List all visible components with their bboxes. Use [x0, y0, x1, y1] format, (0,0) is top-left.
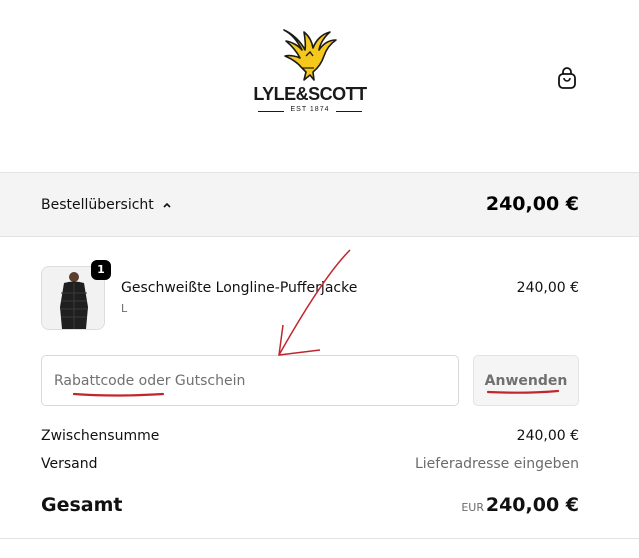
product-name: Geschweißte Longline-Pufferjacke: [121, 280, 358, 296]
checkout-header: LYLE&SCOTT EST 1874: [0, 0, 639, 172]
total-currency: EUR: [461, 501, 484, 514]
total-row: Gesamt EUR 240,00 €: [41, 494, 579, 520]
brand-logo[interactable]: LYLE&SCOTT EST 1874: [252, 28, 368, 118]
shipping-row: Versand Lieferadresse eingeben: [41, 456, 579, 476]
product-price: 240,00 €: [516, 280, 579, 296]
eagle-logo-icon: [283, 29, 337, 81]
subtotal-value: 240,00 €: [516, 428, 579, 444]
cart-line-item: 1 Geschweißte Longline-Pufferjacke L 240…: [41, 260, 579, 330]
brand-tagline-row: EST 1874: [258, 106, 362, 116]
order-summary-bar: Bestellübersicht 240,00 €: [0, 172, 639, 237]
order-summary-label: Bestellübersicht: [41, 197, 154, 213]
quantity-badge: 1: [91, 260, 111, 280]
order-summary-total: 240,00 €: [485, 193, 579, 215]
divider: [0, 538, 639, 539]
shipping-label: Versand: [41, 456, 98, 472]
shopping-bag-icon[interactable]: [555, 66, 579, 90]
total-label: Gesamt: [41, 494, 123, 516]
discount-code-input[interactable]: [41, 355, 459, 406]
chevron-up-icon: [163, 202, 171, 208]
subtotal-label: Zwischensumme: [41, 428, 160, 444]
apply-discount-button[interactable]: Anwenden: [473, 355, 579, 406]
tagline-rule-right: [336, 111, 362, 112]
shipping-value: Lieferadresse eingeben: [414, 456, 579, 472]
total-value: 240,00 €: [485, 494, 579, 516]
product-variant: L: [121, 302, 128, 315]
brand-wordmark: LYLE&SCOTT: [253, 84, 367, 104]
order-summary-toggle[interactable]: Bestellübersicht: [41, 195, 172, 215]
subtotal-row: Zwischensumme 240,00 €: [41, 428, 579, 448]
